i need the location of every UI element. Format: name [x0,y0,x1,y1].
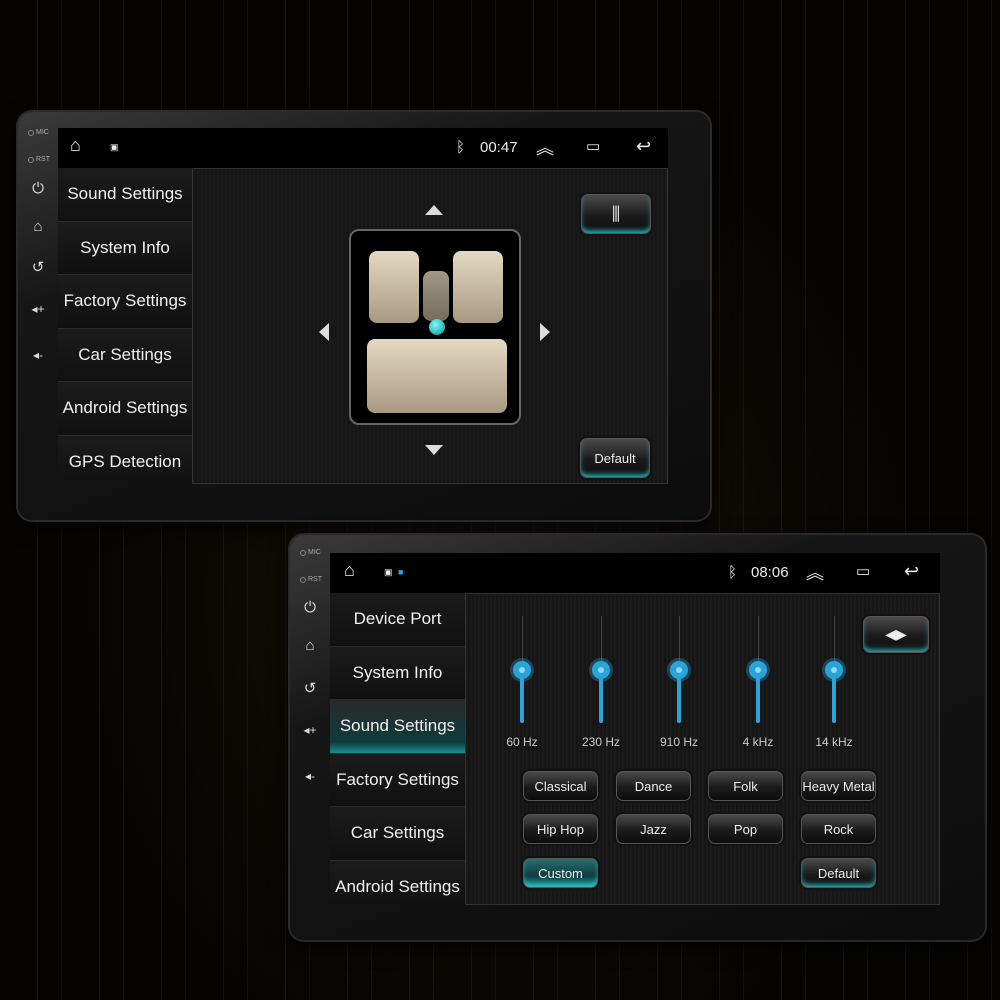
menu-item-sound-settings[interactable]: Sound Settings [58,168,192,222]
volume-up-icon[interactable]: ◂+ [300,723,320,737]
car-interior-image[interactable] [349,229,521,425]
equalizer-panel: ◀▶ 60 Hz 230 Hz 910 Hz 4 kHz 14 kHz Classical… [465,593,940,905]
screen: ⌂ ▣ ■ ᛒ 08:06 ︽ ▭ ↩ Device Port System I… [330,553,940,905]
volume-down-icon[interactable]: ◂- [28,348,48,362]
balance-right-arrow[interactable] [540,323,550,341]
expand-icon[interactable]: ︽ [806,559,824,585]
home-icon[interactable]: ⌂ [344,560,355,581]
preset-button-hip-hop[interactable]: Hip Hop [523,814,598,844]
mic-label: MIC [36,129,49,136]
notification-icon: ▣ [110,142,119,152]
menu-item-android-settings[interactable]: Android Settings [330,860,465,905]
home-icon[interactable]: ⌂ [28,218,48,235]
menu-item-system-info[interactable]: System Info [330,646,465,700]
eq-band-label: 14 kHz [815,735,853,749]
eq-band-label: 4 kHz [742,735,774,749]
balance-left-arrow[interactable] [319,323,329,341]
head-unit-bottom: MIC RST ⏻ ⌂ ↺ ◂+ ◂- ⌂ ▣ ■ ᛒ 08:06 ︽ ▭ ↩ … [290,535,985,940]
status-bar: ⌂ ▣ ■ ᛒ 08:06 ︽ ▭ ↩ [330,553,940,593]
menu-item-car-settings[interactable]: Car Settings [330,807,465,861]
clock: 00:47 [480,139,518,156]
status-bar: ⌂ ▣ ᛒ 00:47 ︽ ▭ ↩ [58,128,668,168]
eq-slider-knob[interactable] [825,660,843,679]
front-right-seat [453,251,503,323]
home-icon[interactable]: ⌂ [300,637,320,654]
reset-hole[interactable]: RST [300,576,322,583]
settings-menu: Device Port System Info Sound Settings F… [330,593,465,905]
sound-focus-point[interactable] [429,319,445,335]
back-icon[interactable]: ↺ [28,258,48,276]
balance-toggle-button[interactable]: ◀▶ [863,616,929,653]
equalizer-icon: ⫼ [611,203,621,224]
mic-hole: MIC [300,549,321,556]
screen: ⌂ ▣ ᛒ 00:47 ︽ ▭ ↩ Sound Settings System … [58,128,668,484]
bluetooth-icon: ᛒ [728,564,738,581]
menu-item-factory-settings[interactable]: Factory Settings [330,753,465,807]
back-icon[interactable]: ↩ [904,561,919,582]
recent-apps-icon[interactable]: ▭ [586,137,600,155]
head-unit-top: MIC RST ⏻ ⌂ ↺ ◂+ ◂- ⌂ ▣ ᛒ 00:47 ︽ ▭ ↩ So… [18,112,710,520]
equalizer-button[interactable]: ⫼ [581,194,651,234]
menu-item-factory-settings[interactable]: Factory Settings [58,275,192,329]
volume-down-icon[interactable]: ◂- [300,769,320,783]
preset-button-pop[interactable]: Pop [708,814,783,844]
preset-button-folk[interactable]: Folk [708,771,783,801]
mic-hole: MIC [28,129,49,136]
notification-icon-blue: ■ [398,567,404,577]
menu-item-sound-settings[interactable]: Sound Settings [330,700,465,754]
home-icon[interactable]: ⌂ [70,135,81,156]
preset-button-jazz[interactable]: Jazz [616,814,691,844]
fader-up-arrow[interactable] [425,205,443,215]
rst-label: RST [308,576,322,583]
eq-slider-knob[interactable] [749,660,767,679]
back-icon[interactable]: ↺ [300,679,320,697]
eq-band-label: 230 Hz [581,735,621,749]
preset-button-rock[interactable]: Rock [801,814,876,844]
speaker-balance-icon: ◀▶ [885,626,907,642]
menu-item-gps-detection[interactable]: GPS Detection [58,435,192,484]
preset-button-dance[interactable]: Dance [616,771,691,801]
fader-down-arrow[interactable] [425,445,443,455]
hardware-strip: MIC RST ⏻ ⌂ ↺ ◂+ ◂- [18,112,58,520]
balance-panel: ⫼ Default [192,168,668,484]
recent-apps-icon[interactable]: ▭ [856,562,870,580]
eq-slider-knob[interactable] [513,660,531,679]
volume-up-icon[interactable]: ◂+ [28,302,48,316]
power-icon[interactable]: ⏻ [28,180,48,197]
front-left-seat [369,251,419,323]
preset-button-heavy-metal[interactable]: Heavy Metal [801,771,876,801]
rst-label: RST [36,156,50,163]
preset-button-custom[interactable]: Custom [523,858,598,888]
reset-hole[interactable]: RST [28,156,50,163]
preset-button-classical[interactable]: Classical [523,771,598,801]
menu-item-car-settings[interactable]: Car Settings [58,328,192,382]
clock: 08:06 [751,564,789,581]
menu-item-device-port[interactable]: Device Port [330,593,465,647]
rear-seat [367,339,507,413]
eq-slider-knob[interactable] [592,660,610,679]
eq-band-label: 60 Hz [506,735,538,749]
center-console [423,271,449,321]
bluetooth-icon: ᛒ [456,139,466,156]
default-button[interactable]: Default [801,858,876,888]
eq-band-label: 910 Hz [659,735,699,749]
settings-menu: Sound Settings System Info Factory Setti… [58,168,192,484]
mic-label: MIC [308,549,321,556]
notification-icon: ▣ [384,567,393,577]
expand-icon[interactable]: ︽ [536,134,554,160]
hardware-strip: MIC RST ⏻ ⌂ ↺ ◂+ ◂- [290,535,330,940]
menu-item-android-settings[interactable]: Android Settings [58,382,192,436]
power-icon[interactable]: ⏻ [300,599,320,616]
back-icon[interactable]: ↩ [636,136,651,157]
menu-item-system-info[interactable]: System Info [58,221,192,275]
eq-slider-knob[interactable] [670,660,688,679]
default-button[interactable]: Default [580,438,650,478]
